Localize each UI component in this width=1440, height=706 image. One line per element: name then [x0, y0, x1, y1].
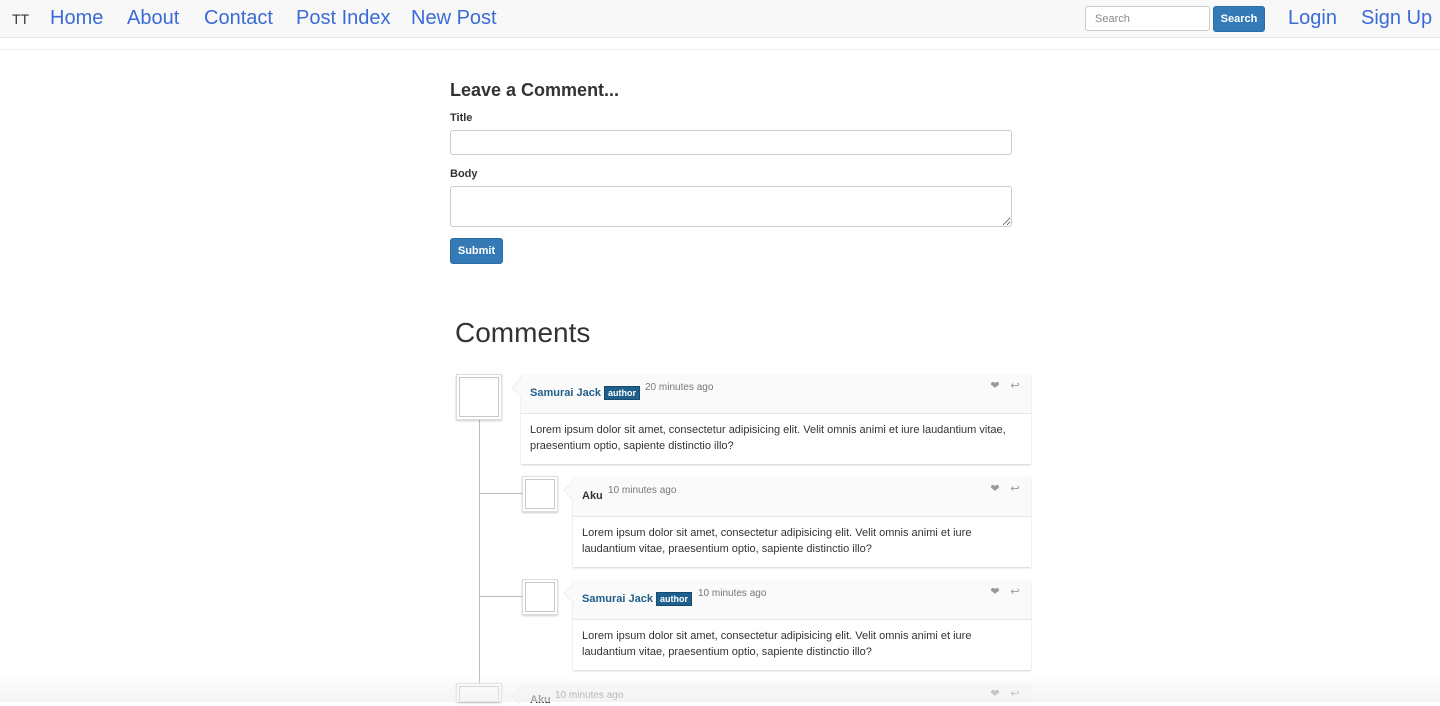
comment-author[interactable]: Samurai Jack: [530, 387, 601, 399]
avatar-image: [459, 377, 499, 417]
heart-icon[interactable]: ❤: [989, 483, 1001, 495]
avatar[interactable]: [522, 476, 558, 512]
search-input[interactable]: [1085, 6, 1210, 31]
comment-header: Samurai Jack author 10 minutes ago ❤ ↩: [573, 580, 1031, 620]
comment-body: Lorem ipsum dolor sit amet, consectetur …: [530, 424, 1006, 452]
comment-time: 20 minutes ago: [645, 382, 714, 393]
brand-logo[interactable]: TT: [12, 11, 29, 27]
comment-author[interactable]: Aku: [530, 694, 551, 706]
title-label: Title: [450, 112, 473, 124]
search-button[interactable]: Search: [1213, 6, 1265, 32]
signup-link[interactable]: Sign Up: [1361, 7, 1432, 30]
comment-form-heading: Leave a Comment...: [450, 80, 620, 100]
nav-contact-link[interactable]: Contact: [204, 7, 273, 30]
nav-new-post-link[interactable]: New Post: [411, 7, 497, 30]
nav-home-link[interactable]: Home: [50, 7, 103, 30]
comment-body: Lorem ipsum dolor sit amet, consectetur …: [582, 527, 972, 555]
comment-author[interactable]: Samurai Jack: [582, 593, 653, 605]
header-divider: [0, 49, 1440, 50]
comment-time: 10 minutes ago: [608, 485, 677, 496]
comment-header: Samurai Jack author 20 minutes ago ❤ ↩: [521, 374, 1031, 414]
comment-card: Samurai Jack author 10 minutes ago ❤ ↩ L…: [564, 580, 1031, 670]
reply-icon[interactable]: ↩: [1009, 380, 1021, 392]
author-badge: author: [604, 386, 640, 400]
avatar[interactable]: [522, 579, 558, 615]
comment-time: 10 minutes ago: [555, 690, 624, 701]
comment-card: Samurai Jack author 20 minutes ago ❤ ↩ L…: [512, 374, 1031, 464]
body-label: Body: [450, 168, 478, 180]
thread-line: [479, 419, 480, 702]
comment-header: Aku 10 minutes ago ❤ ↩: [521, 683, 1031, 706]
avatar-image: [525, 582, 555, 612]
comment-body: Lorem ipsum dolor sit amet, consectetur …: [582, 630, 972, 658]
heart-icon[interactable]: ❤: [989, 380, 1001, 392]
comments-heading: Comments: [455, 317, 591, 348]
heart-icon[interactable]: ❤: [989, 586, 1001, 598]
comment-card: Aku 10 minutes ago ❤ ↩ Lorem ipsum dolor…: [564, 477, 1031, 567]
comment-time: 10 minutes ago: [698, 588, 767, 599]
avatar[interactable]: [456, 374, 502, 420]
nav-post-index-link[interactable]: Post Index: [296, 7, 391, 30]
body-textarea[interactable]: [450, 186, 1012, 227]
thread-branch: [480, 493, 522, 494]
author-badge: author: [656, 592, 692, 606]
submit-button[interactable]: Submit: [450, 238, 503, 264]
thread-branch: [480, 596, 522, 597]
nav-about-link[interactable]: About: [127, 7, 179, 30]
avatar-image: [459, 686, 499, 703]
reply-icon[interactable]: ↩: [1009, 586, 1021, 598]
comment-card: Aku 10 minutes ago ❤ ↩: [512, 683, 1031, 706]
reply-icon[interactable]: ↩: [1009, 483, 1021, 495]
avatar[interactable]: [456, 683, 502, 703]
comment-author[interactable]: Aku: [582, 490, 603, 502]
reply-icon[interactable]: ↩: [1009, 688, 1021, 700]
title-input[interactable]: [450, 130, 1012, 155]
avatar-image: [525, 479, 555, 509]
comment-header: Aku 10 minutes ago ❤ ↩: [573, 477, 1031, 517]
navbar: TT Home About Contact Post Index New Pos…: [0, 0, 1440, 38]
login-link[interactable]: Login: [1288, 7, 1337, 30]
heart-icon[interactable]: ❤: [989, 688, 1001, 700]
